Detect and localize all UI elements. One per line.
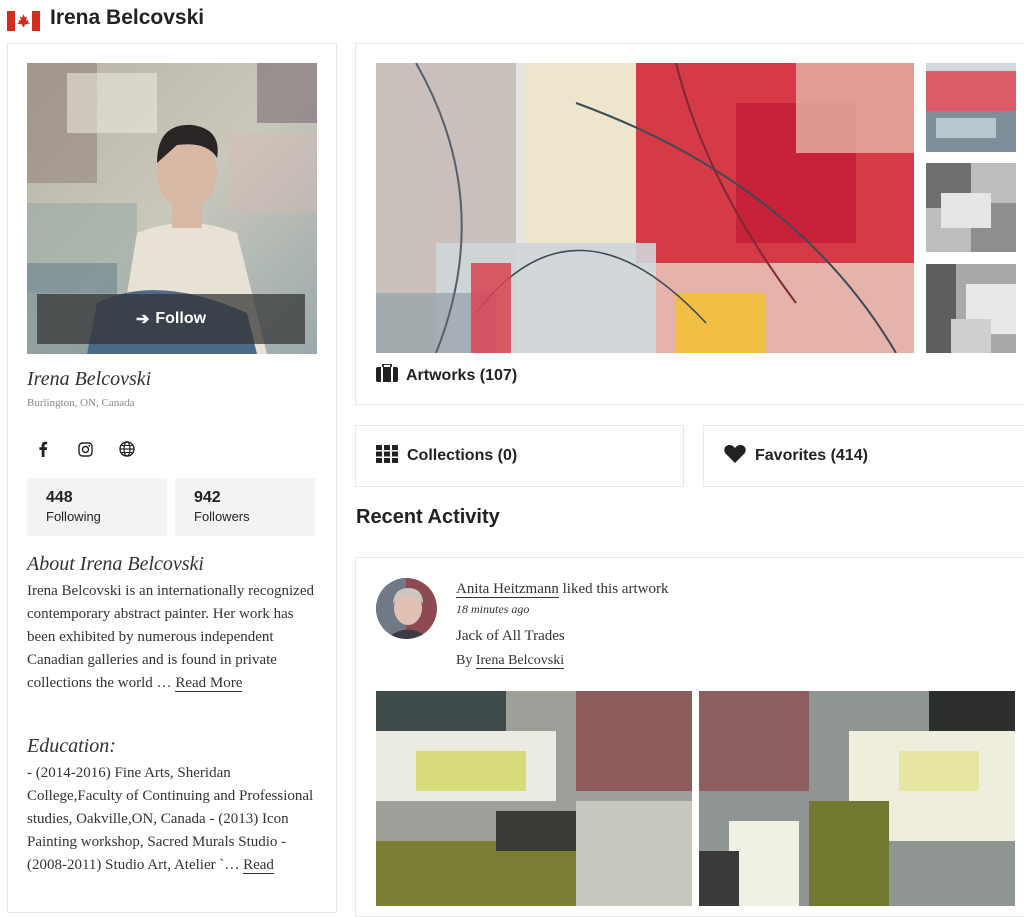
education-heading: Education: (27, 735, 116, 757)
artwork-thumbnail[interactable] (926, 163, 1016, 252)
followers-count: 942 (194, 489, 221, 506)
activity-action: liked this artwork (558, 581, 669, 597)
activity-artwork-title[interactable]: Jack of All Trades (456, 628, 565, 645)
activity-artist-link[interactable]: Irena Belcovski (475, 653, 565, 669)
activity-line: Anita Heitzmann liked this artwork (456, 581, 668, 598)
favorites-label: Favorites (414) (755, 447, 868, 464)
facebook-icon[interactable] (33, 439, 53, 459)
globe-icon[interactable] (117, 439, 137, 459)
recent-activity-heading: Recent Activity (356, 506, 500, 528)
instagram-icon[interactable] (75, 439, 95, 459)
activity-artwork-image[interactable] (699, 691, 1015, 906)
avatar[interactable] (376, 578, 437, 639)
artwork-thumbnail[interactable] (926, 63, 1016, 152)
heart-icon (724, 444, 746, 468)
following-count: 448 (46, 489, 73, 506)
about-heading: About Irena Belcovski (27, 553, 204, 575)
collections-button[interactable]: Collections (0) (355, 425, 684, 487)
education-text: - (2014-2016) Fine Arts, Sheridan Colleg… (27, 762, 319, 877)
artworks-label: Artworks (107) (406, 366, 518, 384)
follow-label: Follow (155, 310, 207, 327)
following-label: Following (46, 509, 101, 524)
arrow-right-icon: ➔ (135, 311, 150, 328)
following-stat[interactable]: 448 Following (27, 478, 167, 536)
portfolio-icon (376, 363, 398, 387)
artworks-link[interactable]: Artworks (107) (376, 363, 518, 387)
activity-artwork-image[interactable] (376, 691, 692, 906)
canada-flag-icon (7, 11, 40, 31)
collections-label: Collections (0) (407, 447, 518, 464)
read-more-link[interactable]: Read More (175, 675, 243, 692)
activity-time: 18 minutes ago (456, 602, 530, 616)
featured-artwork[interactable] (376, 63, 914, 353)
artist-name: Irena Belcovski (27, 368, 152, 390)
about-body: Irena Belcovski is an internationally re… (27, 583, 314, 691)
activity-by-line: By Irena Belcovski (456, 653, 565, 669)
activity-user-link[interactable]: Anita Heitzmann (456, 581, 559, 598)
by-prefix: By (456, 653, 476, 668)
followers-label: Followers (194, 509, 250, 524)
grid-icon (376, 444, 398, 468)
followers-stat[interactable]: 942 Followers (175, 478, 315, 536)
page-title: Irena Belcovski (50, 6, 205, 29)
education-read-link[interactable]: Read (243, 857, 274, 874)
follow-button[interactable]: ➔ Follow (37, 294, 305, 344)
artwork-thumbnail[interactable] (926, 264, 1016, 353)
about-text: Irena Belcovski is an internationally re… (27, 580, 319, 695)
artist-location: Burlington, ON, Canada (27, 397, 135, 409)
favorites-button[interactable]: Favorites (414) (703, 425, 1024, 487)
